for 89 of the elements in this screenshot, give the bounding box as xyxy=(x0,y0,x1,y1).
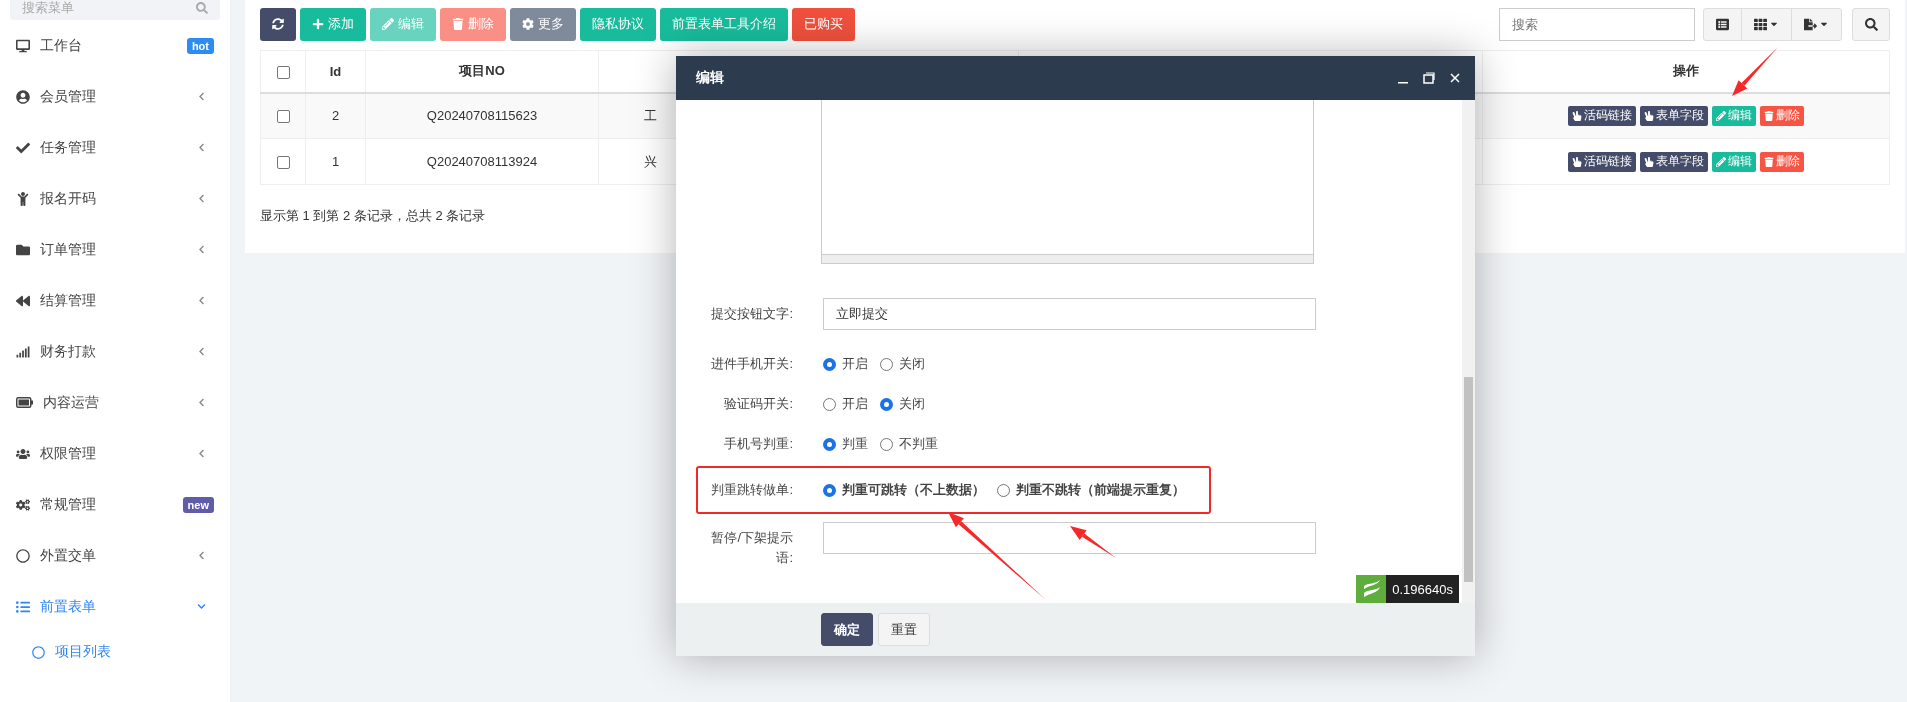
sidebar-item[interactable]: 前置表单 xyxy=(10,581,220,632)
sidebar-item[interactable]: 任务管理 xyxy=(10,122,220,173)
checkbox[interactable] xyxy=(276,65,290,79)
maximize-icon[interactable] xyxy=(1423,72,1435,84)
radio-button[interactable] xyxy=(823,483,836,497)
resize-grip[interactable] xyxy=(822,254,1313,263)
trash-icon xyxy=(1764,156,1774,167)
close-icon[interactable] xyxy=(1449,72,1461,84)
scrollbar-thumb[interactable] xyxy=(1464,377,1473,582)
radio-button[interactable] xyxy=(997,483,1010,497)
sidebar-item[interactable]: 会员管理 xyxy=(10,71,220,122)
logo-icon xyxy=(1356,575,1387,603)
peace-hand-icon xyxy=(1572,110,1582,121)
table-cell: 工 xyxy=(644,107,657,123)
sidebar-item[interactable]: 订单管理 xyxy=(10,224,220,275)
trash-icon xyxy=(452,18,464,30)
peace-hand-icon xyxy=(1644,156,1654,167)
pencil-icon xyxy=(382,18,394,30)
pagination-info: 显示第 1 到第 2 条记录，总共 2 条记录 xyxy=(260,207,487,225)
purchased-button[interactable]: 已购买 xyxy=(792,7,855,41)
search-icon xyxy=(1864,17,1878,31)
field-label: 判重跳转做单: xyxy=(710,481,793,499)
refresh-icon xyxy=(272,18,284,30)
trash-icon xyxy=(1764,110,1774,121)
column-header[interactable]: 项目NO xyxy=(365,50,599,93)
textarea-field[interactable] xyxy=(821,100,1314,264)
sidebar-item[interactable]: 报名开码 xyxy=(10,173,220,224)
radio-option[interactable]: 开启 xyxy=(823,355,868,373)
field-label: 验证码开关: xyxy=(723,395,793,413)
gear-icon xyxy=(522,18,534,30)
search-button[interactable] xyxy=(1852,7,1890,41)
table-cell: Q20240708113924 xyxy=(365,138,599,185)
field-label: 暂停/下架提示语: xyxy=(710,529,793,567)
field-label: 手机号判重: xyxy=(723,435,793,453)
sidebar-item[interactable]: 常规管理 new xyxy=(10,479,220,530)
radio-option[interactable]: 不判重 xyxy=(880,435,938,453)
radio-option[interactable]: 判重可跳转（不上数据） xyxy=(823,481,985,499)
sidebar-item[interactable]: 工作台 hot xyxy=(10,20,220,71)
text-field[interactable]: 立即提交 xyxy=(823,298,1316,330)
table-cell: 兴 xyxy=(644,153,657,169)
link-button[interactable]: 活码链接 xyxy=(1568,151,1636,172)
sidebar-item[interactable]: 内容运营 xyxy=(10,377,220,428)
reset-button[interactable]: 重置 xyxy=(878,613,930,646)
link-button[interactable]: 活码链接 xyxy=(1568,105,1636,126)
table-cell: 1 xyxy=(305,138,366,185)
peace-hand-icon xyxy=(1572,156,1582,167)
sidebar-item[interactable]: 外置交单 xyxy=(10,530,220,581)
table-cell: 2 xyxy=(305,92,366,139)
radio-button[interactable] xyxy=(823,437,836,451)
radio-button[interactable] xyxy=(880,357,893,371)
search-icon xyxy=(196,2,208,14)
peace-hand-icon xyxy=(1644,110,1654,121)
radio-option[interactable]: 判重不跳转（前端提示重复） xyxy=(997,481,1185,499)
link-button[interactable]: 表单字段 xyxy=(1640,105,1708,126)
pencil-icon xyxy=(1716,110,1726,121)
menu-badge: new xyxy=(182,496,214,513)
menu-badge: hot xyxy=(186,37,214,54)
sidebar-item[interactable]: 财务打款 xyxy=(10,326,220,377)
checkbox[interactable] xyxy=(276,156,290,170)
annotation-arrow xyxy=(1070,526,1116,558)
search-field[interactable]: 搜索 xyxy=(1499,7,1695,41)
plus-icon xyxy=(312,18,324,30)
field-label: 进件手机开关: xyxy=(710,355,793,373)
column-header[interactable]: Id xyxy=(305,50,366,93)
sidebar-item[interactable]: 结算管理 xyxy=(10,275,220,326)
pencil-icon xyxy=(1716,156,1726,167)
radio-option[interactable]: 开启 xyxy=(823,395,868,413)
export-icon xyxy=(1804,17,1817,31)
radio-option[interactable]: 关闭 xyxy=(880,395,925,413)
list-icon xyxy=(1716,17,1729,31)
link-button[interactable]: 表单字段 xyxy=(1640,151,1708,172)
sidebar-item[interactable]: 权限管理 xyxy=(10,428,220,479)
dialog-title: 编辑 xyxy=(696,69,725,87)
field-label: 提交按钮文字: xyxy=(710,305,793,323)
radio-option[interactable]: 关闭 xyxy=(880,355,925,373)
refresh-button[interactable] xyxy=(260,7,296,41)
radio-button[interactable] xyxy=(880,397,893,411)
radio-button[interactable] xyxy=(823,357,836,371)
radio-button[interactable] xyxy=(880,437,893,451)
checkbox[interactable] xyxy=(276,110,290,124)
sidebar-subitem[interactable]: 项目列表 xyxy=(10,632,220,672)
annotation-arrow xyxy=(1732,47,1778,96)
radio-button[interactable] xyxy=(823,397,836,411)
scrollbar[interactable] xyxy=(1462,100,1475,603)
confirm-button[interactable]: 确定 xyxy=(821,613,873,646)
text-field[interactable] xyxy=(823,522,1316,554)
grid-icon xyxy=(1754,17,1767,31)
radio-option[interactable]: 判重 xyxy=(823,435,868,453)
table-cell: Q20240708115623 xyxy=(365,92,599,139)
